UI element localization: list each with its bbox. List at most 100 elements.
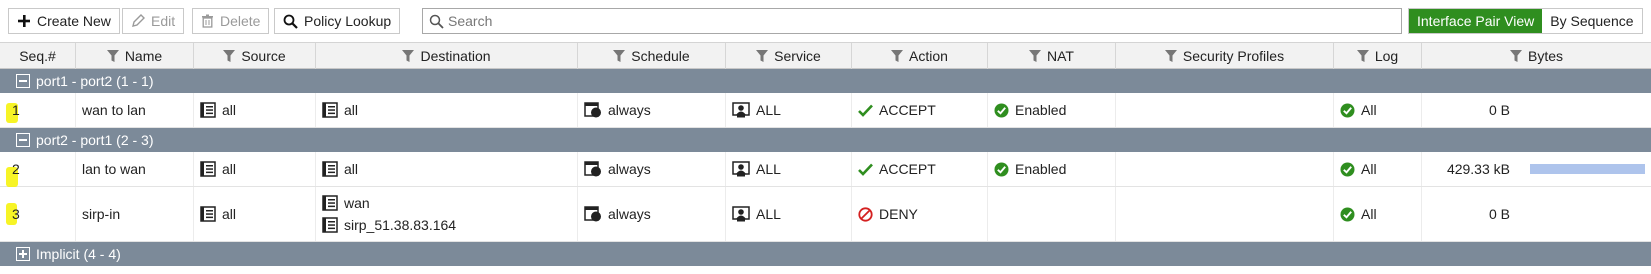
name-cell: lan to wan (76, 152, 194, 186)
schedule-icon (584, 102, 602, 118)
filter-icon[interactable] (106, 49, 119, 63)
policy-lookup-button[interactable]: Policy Lookup (274, 8, 401, 34)
check-circle-icon (1340, 103, 1355, 118)
column-action[interactable]: Action (852, 43, 988, 69)
seq-value: 2 (12, 161, 20, 177)
log-status: All (1340, 102, 1377, 118)
group-header-implicit[interactable]: Implicit (4 - 4) (0, 242, 1651, 266)
column-service-label: Service (774, 48, 821, 64)
column-name[interactable]: Name (76, 43, 194, 69)
log-cell: All (1334, 152, 1422, 186)
destination-object[interactable]: sirp_51.38.83.164 (322, 217, 456, 233)
destination-object[interactable]: wan (322, 195, 370, 211)
source-value: all (222, 102, 237, 118)
source-object[interactable]: all (200, 102, 236, 118)
source-object[interactable]: all (200, 206, 236, 222)
bytes-cell: 0 B (1422, 187, 1516, 241)
service-object[interactable]: ALL (732, 206, 781, 222)
column-schedule-label: Schedule (631, 48, 690, 64)
source-cell: all (194, 187, 316, 241)
action-accept: ACCEPT (858, 102, 936, 118)
filter-icon[interactable] (402, 49, 415, 63)
schedule-object[interactable]: always (584, 161, 651, 177)
edit-button[interactable]: Edit (122, 8, 185, 34)
table-row[interactable]: 2 lan to wan all all always ALL ACCEPT E… (0, 152, 1651, 187)
address-object-icon (200, 161, 216, 177)
column-bytes[interactable]: Bytes (1422, 43, 1651, 69)
schedule-object[interactable]: always (584, 102, 651, 118)
table-header: Seq.# Name Source Destination Schedule S… (0, 42, 1651, 69)
column-source[interactable]: Source (194, 43, 316, 69)
nat-status: Enabled (994, 161, 1066, 177)
service-object[interactable]: ALL (732, 102, 781, 118)
column-name-label: Name (124, 48, 163, 64)
collapse-icon[interactable] (16, 74, 30, 88)
filter-icon[interactable] (1509, 49, 1522, 63)
address-object-icon (322, 102, 338, 118)
destination-object[interactable]: all (322, 161, 358, 177)
address-object-icon (322, 195, 338, 211)
service-cell: ALL (726, 93, 852, 127)
filter-icon[interactable] (756, 49, 769, 63)
checkmark-icon (858, 163, 873, 176)
seq-cell: 2 (0, 152, 76, 187)
check-circle-icon (1340, 162, 1355, 177)
service-object[interactable]: ALL (732, 161, 781, 177)
policy-name: wan to lan (82, 102, 146, 118)
bytes-cell: 0 B (1422, 93, 1516, 127)
table-row[interactable]: 3 sirp-in all wan sirp_51.38.83.164 alwa… (0, 187, 1651, 242)
collapse-icon[interactable] (16, 133, 30, 147)
action-value: DENY (879, 206, 918, 222)
column-nat-label: NAT (1047, 48, 1074, 64)
security-profiles-cell (1116, 152, 1334, 186)
destination-object[interactable]: all (322, 102, 358, 118)
filter-icon[interactable] (891, 49, 904, 63)
nat-cell (988, 187, 1116, 241)
column-service[interactable]: Service (726, 43, 852, 69)
checkmark-icon (858, 104, 873, 117)
seq-value: 3 (12, 206, 20, 222)
group-label: port2 - port1 (2 - 3) (36, 132, 154, 148)
schedule-object[interactable]: always (584, 206, 651, 222)
group-header-port2-port1[interactable]: port2 - port1 (2 - 3) (0, 128, 1651, 152)
column-schedule[interactable]: Schedule (578, 43, 726, 69)
delete-label: Delete (220, 13, 261, 29)
nat-cell: Enabled (988, 152, 1116, 186)
nat-cell: Enabled (988, 93, 1116, 127)
filter-icon[interactable] (1164, 49, 1177, 63)
filter-icon[interactable] (1356, 49, 1369, 63)
log-value: All (1361, 206, 1377, 222)
column-nat[interactable]: NAT (988, 43, 1116, 69)
action-cell: DENY (852, 187, 988, 241)
filter-icon[interactable] (1029, 49, 1042, 63)
column-destination[interactable]: Destination (316, 43, 578, 69)
interface-pair-view-button[interactable]: Interface Pair View (1409, 9, 1543, 33)
column-seq[interactable]: Seq.# (0, 43, 76, 69)
group-header-port1-port2[interactable]: port1 - port2 (1 - 1) (0, 69, 1651, 93)
filter-icon[interactable] (223, 49, 236, 63)
by-sequence-button[interactable]: By Sequence (1542, 9, 1642, 33)
column-action-label: Action (909, 48, 948, 64)
security-profiles-cell (1116, 93, 1334, 127)
check-circle-icon (994, 103, 1009, 118)
column-log[interactable]: Log (1334, 43, 1422, 69)
search-input[interactable]: Search (422, 8, 1402, 34)
service-icon (732, 102, 750, 118)
search-icon (429, 14, 444, 29)
name-cell: wan to lan (76, 93, 194, 127)
table-row[interactable]: 1 wan to lan all all always ALL ACCEPT E… (0, 93, 1651, 128)
delete-button[interactable]: Delete (192, 8, 270, 34)
security-profiles-cell (1116, 187, 1334, 241)
action-cell: ACCEPT (852, 152, 988, 186)
source-object[interactable]: all (200, 161, 236, 177)
plus-icon (17, 14, 31, 28)
schedule-cell: always (578, 152, 726, 186)
filter-icon[interactable] (613, 49, 626, 63)
expand-icon[interactable] (16, 247, 30, 261)
column-security-profiles[interactable]: Security Profiles (1116, 43, 1334, 69)
policy-lookup-label: Policy Lookup (304, 13, 392, 29)
traffic-bar (1530, 164, 1645, 174)
log-value: All (1361, 161, 1377, 177)
create-new-button[interactable]: Create New (8, 8, 120, 34)
seq-cell: 3 (0, 187, 76, 241)
